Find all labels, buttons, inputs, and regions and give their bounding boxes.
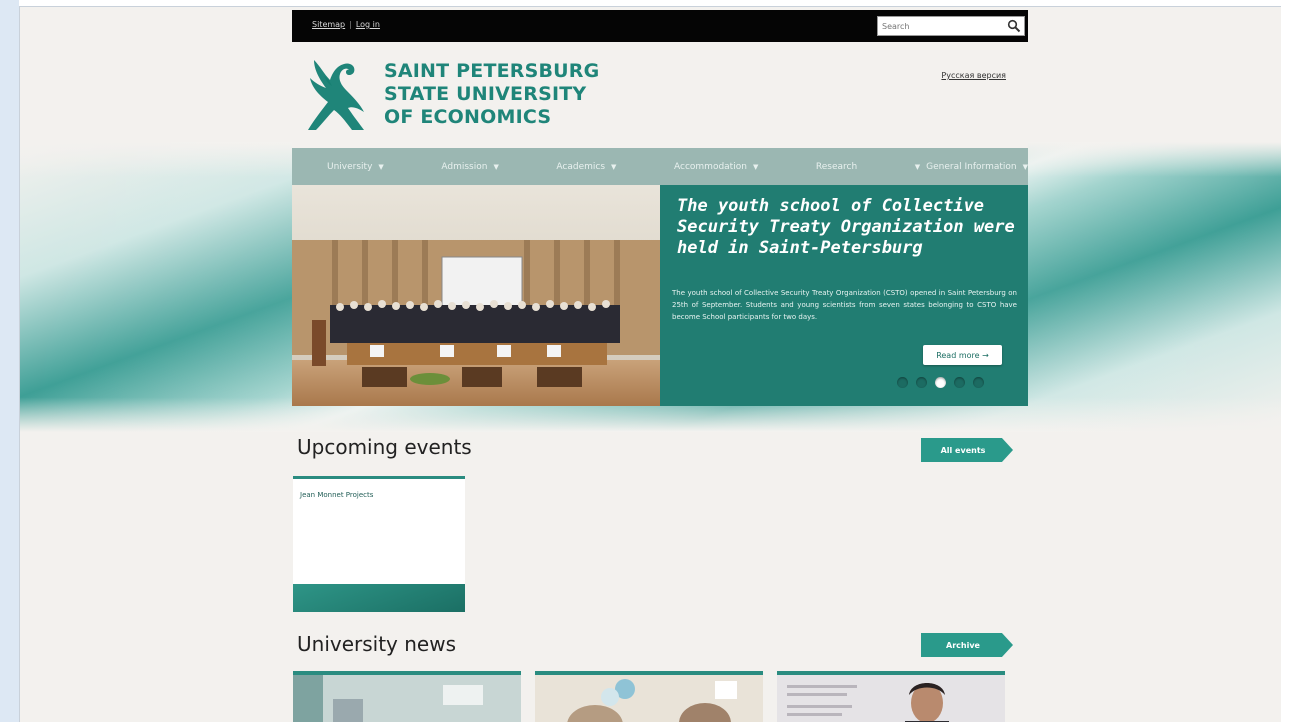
caret-down-icon: ▼ — [493, 162, 499, 171]
logo-line-1: SAINT PETERSBURG — [384, 60, 600, 82]
caret-down-icon: ▼ — [914, 162, 921, 171]
news-thumbnail[interactable] — [293, 675, 521, 722]
logo-line-2: STATE UNIVERSITY — [384, 83, 587, 105]
top-links: Sitemap | Log in — [312, 20, 380, 29]
griffin-logo-icon[interactable] — [306, 56, 368, 134]
nav-item-general-information[interactable]: ▼ General Information ▼ — [915, 162, 1028, 172]
event-title[interactable]: Jean Monnet Projects — [300, 491, 373, 499]
slider-dot[interactable] — [916, 377, 927, 388]
read-more-button[interactable]: Read more → — [923, 345, 1002, 365]
news-card[interactable] — [777, 671, 1005, 722]
all-events-button[interactable]: All events — [921, 438, 1013, 462]
browser-viewport: Sitemap | Log in SAINT PETERSBURG STATE … — [19, 6, 1281, 722]
login-link[interactable]: Log in — [356, 20, 380, 29]
slider-dot[interactable] — [973, 377, 984, 388]
link-separator: | — [349, 20, 352, 29]
slide-title[interactable]: The youth school of Collective Security … — [677, 196, 1017, 259]
sitemap-link[interactable]: Sitemap — [312, 20, 345, 29]
slide-info-panel: The youth school of Collective Security … — [660, 185, 1028, 406]
news-thumbnail[interactable] — [535, 675, 763, 722]
nav-label: Accommodation — [674, 161, 747, 172]
university-name[interactable]: SAINT PETERSBURG STATE UNIVERSITY OF ECO… — [384, 60, 599, 129]
caret-down-icon: ▼ — [1022, 162, 1028, 171]
caret-down-icon: ▼ — [378, 162, 384, 171]
nav-label: Research — [815, 161, 858, 172]
nav-item-university[interactable]: University ▼ — [327, 162, 384, 172]
event-card-footer — [293, 584, 465, 612]
slider-dot[interactable] — [954, 377, 965, 388]
nav-label: Academics — [556, 161, 606, 172]
archive-button[interactable]: Archive — [921, 633, 1013, 657]
news-slider: The youth school of Collective Security … — [292, 185, 1028, 406]
slider-dot[interactable] — [897, 377, 908, 388]
nav-item-academics[interactable]: Academics ▼ — [556, 162, 616, 172]
window-left-edge — [0, 0, 19, 722]
slide-photo[interactable] — [292, 185, 660, 406]
slide-description: The youth school of Collective Security … — [672, 289, 1017, 321]
nav-item-admission[interactable]: Admission ▼ — [441, 162, 498, 172]
news-thumbnail[interactable] — [777, 675, 1005, 722]
university-news-heading: University news — [297, 632, 457, 656]
main-navigation: University ▼ Admission ▼ Academics ▼ Acc… — [292, 148, 1028, 185]
upcoming-events-heading: Upcoming events — [297, 435, 472, 459]
top-bar: Sitemap | Log in — [292, 10, 1028, 42]
site-header: SAINT PETERSBURG STATE UNIVERSITY OF ECO… — [292, 42, 1028, 148]
news-card[interactable] — [535, 671, 763, 722]
slider-dots — [897, 377, 984, 388]
slider-dot-active[interactable] — [935, 377, 946, 388]
caret-down-icon: ▼ — [611, 162, 617, 171]
search-input[interactable] — [878, 21, 998, 31]
news-card[interactable] — [293, 671, 521, 722]
page-container: Sitemap | Log in SAINT PETERSBURG STATE … — [292, 10, 1028, 722]
window-right-edge — [1281, 0, 1289, 722]
nav-label: General Information — [926, 161, 1017, 172]
caret-down-icon: ▼ — [752, 162, 759, 171]
search-box — [877, 16, 1025, 36]
nav-label: Admission — [441, 161, 488, 172]
nav-item-accommodation[interactable]: Accommodation ▼ — [674, 162, 758, 172]
search-icon[interactable] — [1007, 19, 1021, 33]
nav-label: University — [327, 161, 373, 172]
russian-version-link[interactable]: Русская версия — [941, 71, 1006, 80]
nav-item-research[interactable]: Research — [816, 162, 857, 172]
logo-line-3: OF ECONOMICS — [384, 106, 552, 128]
event-card[interactable]: Jean Monnet Projects — [293, 476, 465, 612]
